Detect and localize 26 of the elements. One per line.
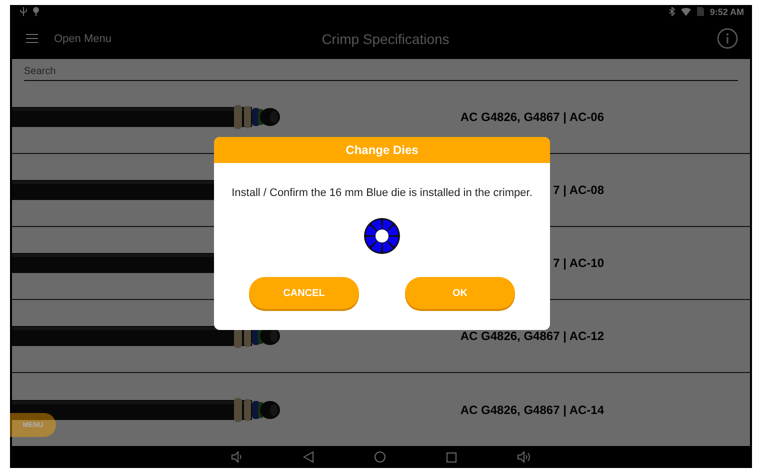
dialog-title: Change Dies — [214, 137, 550, 163]
back-icon[interactable] — [303, 451, 314, 464]
hose-spec-label: 7 | AC-10 — [553, 256, 604, 270]
sim-icon — [696, 7, 704, 16]
bluetooth-icon — [668, 7, 675, 16]
info-icon[interactable] — [717, 28, 738, 50]
wifi-icon — [680, 8, 691, 16]
clock-time: 9:52 AM — [710, 6, 744, 17]
recents-icon[interactable] — [446, 452, 457, 463]
volume-up-icon[interactable] — [517, 451, 531, 464]
dialog-button[interactable]: OK — [405, 277, 515, 309]
search-field[interactable]: Search — [24, 66, 738, 82]
home-icon[interactable] — [374, 451, 386, 464]
menu-icon[interactable] — [26, 34, 38, 44]
pin-icon — [33, 7, 39, 16]
volume-down-icon[interactable] — [231, 451, 243, 464]
hose-spec-label: 7 | AC-08 — [553, 183, 604, 198]
screen-title: Crimp Specifications — [320, 30, 450, 47]
dialog-message: Install / Confirm the 16 mm Blue die is installed in the crimper. — [232, 187, 532, 199]
open-menu-label[interactable]: Open Menu — [54, 32, 304, 45]
usb-icon — [20, 7, 27, 16]
die-icon — [363, 217, 401, 255]
hose-spec-label: AC G4826, G4867 | AC-06 — [460, 110, 604, 124]
hose-spec-label: AC G4826, G4867 | AC-14 — [460, 402, 604, 417]
hose-spec-label: AC G4826, G4867 | AC-12 — [460, 329, 604, 344]
dialog-button[interactable]: CANCEL — [249, 277, 359, 309]
